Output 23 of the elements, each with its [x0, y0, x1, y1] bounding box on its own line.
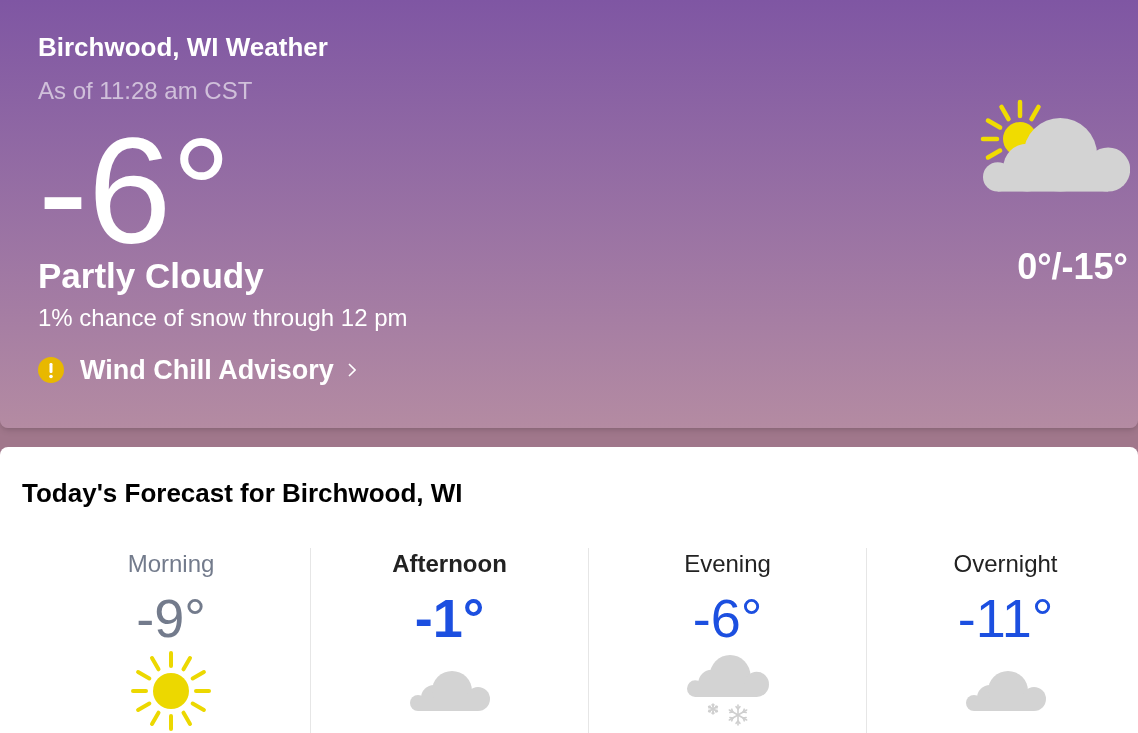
period-label: Morning — [127, 549, 215, 579]
period-label: Overnight — [953, 549, 1058, 579]
period-temperature: -1° — [414, 588, 485, 648]
period-temperature: -9° — [136, 588, 206, 648]
period-temperature: -6° — [692, 588, 763, 648]
forecast-title: Today's Forecast for Birchwood, WI — [22, 477, 463, 509]
updated-time: As of 11:28 am CST — [38, 76, 253, 106]
period-label: Evening — [684, 549, 771, 579]
chevron-right-icon — [347, 363, 356, 377]
precipitation-text: 1% chance of snow through 12 pm — [38, 303, 408, 333]
sun-icon — [131, 651, 211, 731]
period-temperature: -11° — [957, 588, 1054, 648]
condition-text: Partly Cloudy — [38, 256, 264, 296]
snow-cloud-icon — [686, 655, 769, 727]
current-temperature: -6° — [38, 136, 232, 246]
location-title: Birchwood, WI Weather — [38, 31, 328, 63]
cloud-icon — [409, 671, 490, 711]
sun-behind-cloud-icon — [980, 98, 1130, 193]
cloud-icon — [965, 671, 1046, 711]
warning-icon — [38, 357, 64, 383]
advisory-link[interactable]: Wind Chill Advisory — [38, 352, 356, 388]
period-label: Afternoon — [392, 549, 507, 579]
high-low-temperature: 0°/-15° — [1017, 247, 1128, 287]
